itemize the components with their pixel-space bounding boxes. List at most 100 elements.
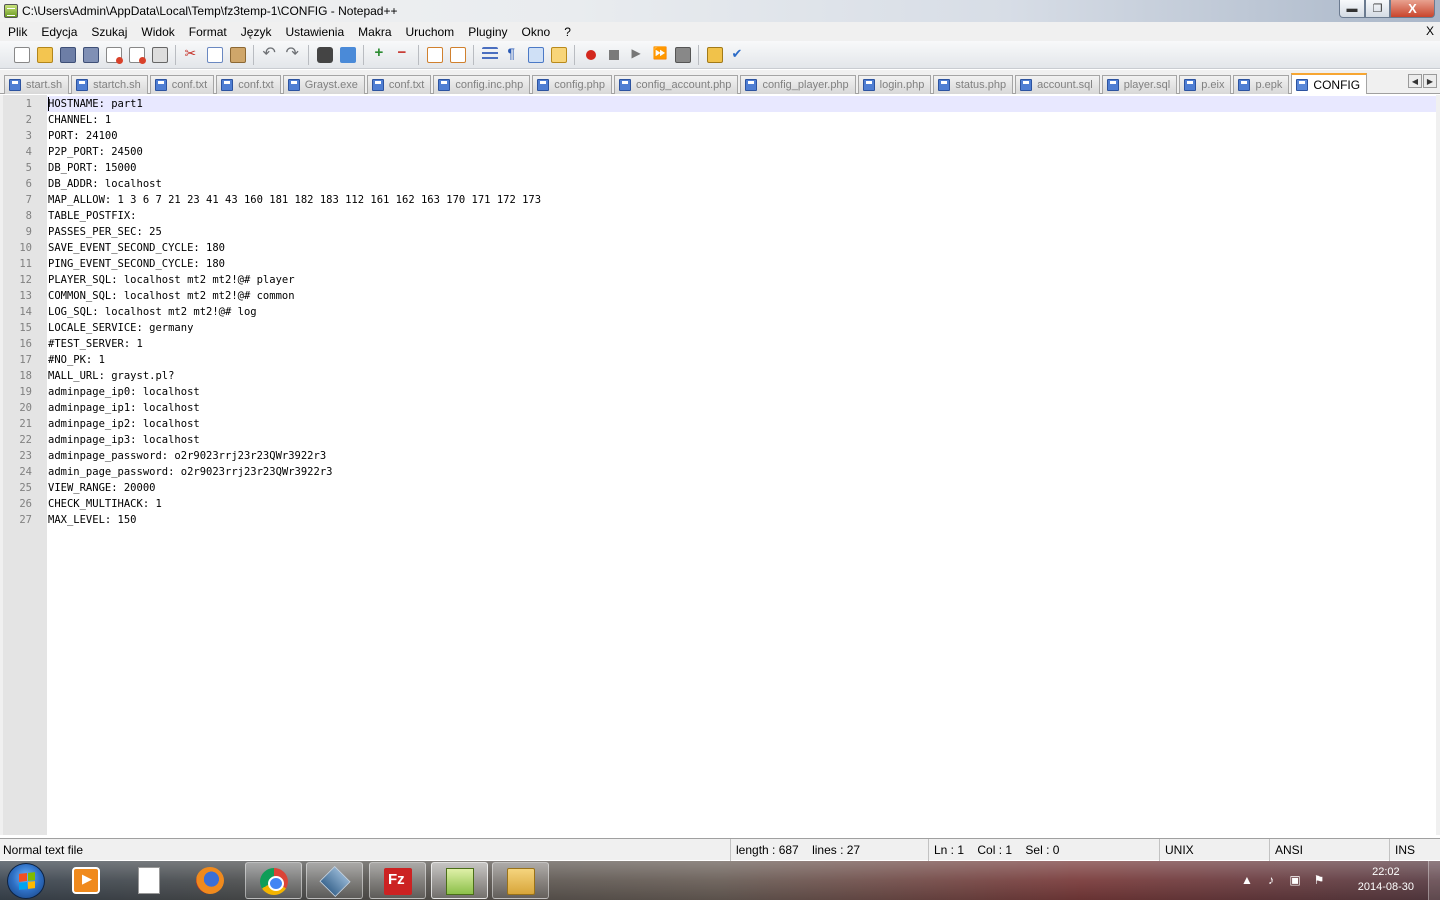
replace-icon[interactable] <box>339 46 356 63</box>
code-line[interactable]: CHECK_MULTIHACK: 1 <box>48 496 162 512</box>
macro-play-multiple-icon[interactable] <box>652 46 668 63</box>
taskbar-document[interactable] <box>120 862 177 899</box>
code-line[interactable]: MALL_URL: grayst.pl? <box>48 368 174 384</box>
tab-config-inc-php[interactable]: config.inc.php <box>433 75 531 94</box>
tab-config-player-php[interactable]: config_player.php <box>740 75 856 94</box>
code-line[interactable]: TABLE_POSTFIX: <box>48 208 137 224</box>
tab-p-eix[interactable]: p.eix <box>1179 75 1232 94</box>
macro-save-icon[interactable] <box>674 46 691 63</box>
show-all-chars-icon[interactable] <box>505 45 521 63</box>
taskbar-filezilla[interactable] <box>369 862 426 899</box>
tab-player-sql[interactable]: player.sql <box>1101 75 1178 94</box>
network-icon[interactable]: ▣ <box>1288 873 1302 887</box>
indent-guide-icon[interactable] <box>527 46 544 63</box>
new-file-icon[interactable] <box>13 46 30 63</box>
status-eol[interactable]: UNIX <box>1159 839 1269 861</box>
code-line[interactable]: PING_EVENT_SECOND_CYCLE: 180 <box>48 256 225 272</box>
code-line[interactable]: MAX_LEVEL: 150 <box>48 512 137 528</box>
word-wrap-icon[interactable] <box>481 46 498 63</box>
taskbar-media-player[interactable] <box>58 862 115 899</box>
code-line[interactable]: PASSES_PER_SEC: 25 <box>48 224 162 240</box>
close-window-button[interactable]: X <box>1390 0 1435 18</box>
tab-grayst-exe[interactable]: Grayst.exe <box>282 75 365 94</box>
code-line[interactable]: PLAYER_SQL: localhost mt2 mt2!@# player <box>48 272 295 288</box>
paste-icon[interactable] <box>229 46 246 63</box>
menu-format[interactable]: Format <box>182 25 234 39</box>
tab-config-php[interactable]: config.php <box>532 75 613 94</box>
show-hidden-icons-icon[interactable]: ▲ <box>1240 873 1254 887</box>
code-line[interactable]: MAP_ALLOW: 1 3 6 7 21 23 41 43 160 181 1… <box>48 192 541 208</box>
code-line[interactable]: admin_page_password: o2r9023rrj23r23QWr3… <box>48 464 332 480</box>
sync-vertical-icon[interactable] <box>426 46 443 63</box>
tab-login-php[interactable]: login.php <box>857 75 932 94</box>
macro-stop-icon[interactable] <box>606 47 622 63</box>
zoom-out-icon[interactable] <box>395 44 411 63</box>
copy-icon[interactable] <box>206 46 223 63</box>
taskbar-explorer[interactable] <box>492 862 549 899</box>
menu-uruchom[interactable]: Uruchom <box>399 25 462 39</box>
tab-config-account-php[interactable]: config_account.php <box>614 75 739 94</box>
code-line[interactable]: adminpage_ip3: localhost <box>48 432 200 448</box>
menu-help[interactable]: ? <box>557 25 578 39</box>
menu-makra[interactable]: Makra <box>351 25 398 39</box>
taskbar-notepadpp[interactable] <box>431 862 488 899</box>
tab-conf-txt[interactable]: conf.txt <box>149 75 215 94</box>
menu-jezyk[interactable]: Język <box>234 25 279 39</box>
find-icon[interactable] <box>316 46 333 63</box>
spell-check-icon[interactable] <box>730 46 746 63</box>
menu-edycja[interactable]: Edycja <box>34 25 84 39</box>
tab-account-sql[interactable]: account.sql <box>1015 75 1100 94</box>
code-line[interactable]: adminpage_ip1: localhost <box>48 400 200 416</box>
redo-icon[interactable] <box>285 43 301 63</box>
tab-scroll-left-button[interactable]: ◀ <box>1408 74 1422 88</box>
close-all-icon[interactable] <box>128 46 146 64</box>
menu-ustawienia[interactable]: Ustawienia <box>278 25 351 39</box>
code-line[interactable]: VIEW_RANGE: 20000 <box>48 480 155 496</box>
code-line[interactable]: COMMON_SQL: localhost mt2 mt2!@# common <box>48 288 295 304</box>
tab-conf-txt-3[interactable]: conf.txt <box>366 75 432 94</box>
function-list-icon[interactable] <box>706 46 723 63</box>
code-line[interactable]: adminpage_ip2: localhost <box>48 416 200 432</box>
zoom-in-icon[interactable] <box>372 44 388 63</box>
code-line[interactable]: DB_PORT: 15000 <box>48 160 137 176</box>
maximize-button[interactable]: ❐ <box>1365 0 1390 18</box>
text-editor[interactable]: 1 HOSTNAME: part1 2 CHANNEL: 1 3 PORT: 24100 4… <box>0 95 1440 835</box>
close-document-button[interactable]: X <box>1426 24 1434 38</box>
print-icon[interactable] <box>151 46 168 63</box>
code-line[interactable]: adminpage_password: o2r9023rrj23r23QWr39… <box>48 448 326 464</box>
code-line[interactable]: adminpage_ip0: localhost <box>48 384 200 400</box>
taskbar-chrome[interactable] <box>245 862 302 899</box>
user-language-icon[interactable] <box>550 46 567 63</box>
code-line[interactable]: CHANNEL: 1 <box>48 112 111 128</box>
macro-play-icon[interactable] <box>629 46 645 63</box>
code-line[interactable]: PORT: 24100 <box>48 128 118 144</box>
code-line[interactable]: #NO_PK: 1 <box>48 352 105 368</box>
menu-okno[interactable]: Okno <box>515 25 558 39</box>
tab-startch-sh[interactable]: startch.sh <box>71 75 148 94</box>
macro-record-icon[interactable] <box>583 47 599 63</box>
tab-scroll-right-button[interactable]: ▶ <box>1423 74 1437 88</box>
tab-start-sh[interactable]: start.sh <box>4 75 70 94</box>
close-file-icon[interactable] <box>105 46 123 64</box>
code-line[interactable]: HOSTNAME: part1 <box>48 96 143 112</box>
sync-horizontal-icon[interactable] <box>449 46 466 63</box>
code-line[interactable]: LOCALE_SERVICE: germany <box>48 320 193 336</box>
action-center-icon[interactable]: ⚑ <box>1312 873 1326 887</box>
taskbar-virtualbox[interactable] <box>306 862 363 899</box>
code-line[interactable]: LOG_SQL: localhost mt2 mt2!@# log <box>48 304 257 320</box>
open-file-icon[interactable] <box>36 46 53 63</box>
save-all-icon[interactable] <box>82 46 99 63</box>
menu-plik[interactable]: Plik <box>0 25 34 39</box>
menu-szukaj[interactable]: Szukaj <box>84 25 134 39</box>
taskbar-firefox[interactable] <box>182 862 239 899</box>
taskbar-clock[interactable]: 22:02 2014-08-30 <box>1358 865 1414 895</box>
code-line[interactable]: P2P_PORT: 24500 <box>48 144 143 160</box>
start-button[interactable] <box>7 863 45 899</box>
status-insert-mode[interactable]: INS <box>1389 839 1440 861</box>
code-line[interactable]: DB_ADDR: localhost <box>48 176 162 192</box>
menu-pluginy[interactable]: Pluginy <box>461 25 514 39</box>
show-desktop-button[interactable] <box>1428 861 1440 900</box>
tab-config[interactable]: CONFIG <box>1291 73 1368 94</box>
cut-icon[interactable] <box>184 45 200 63</box>
undo-icon[interactable] <box>262 43 278 63</box>
